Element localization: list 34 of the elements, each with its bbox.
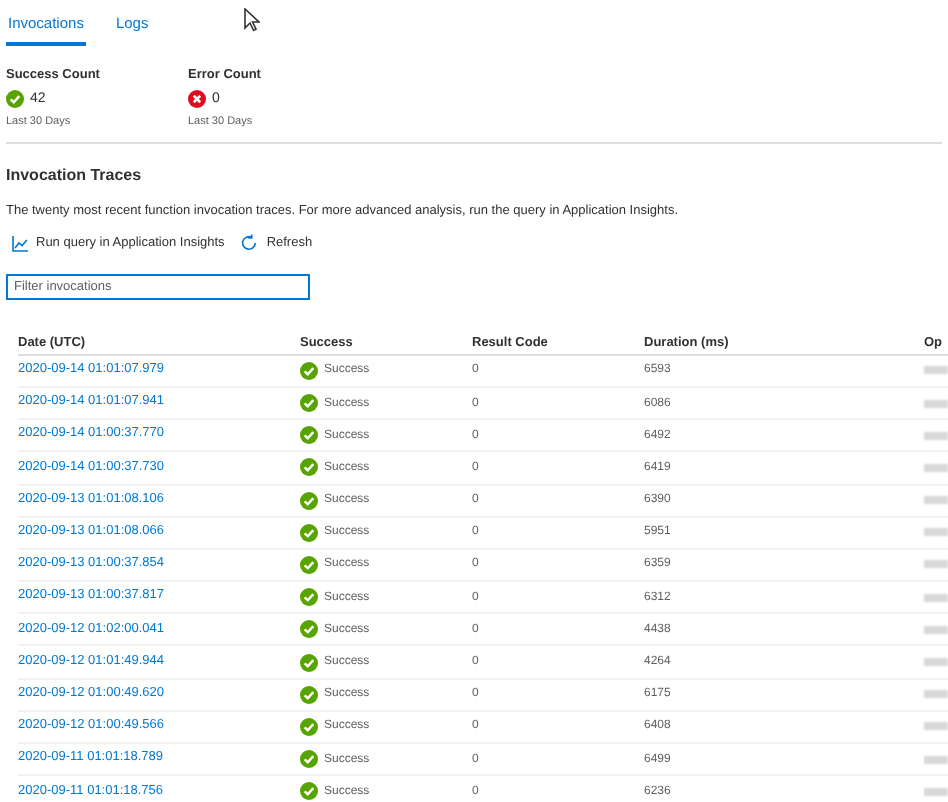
blurred-text: [924, 658, 948, 667]
blurred-text: [924, 755, 948, 764]
success-check-icon: [300, 491, 318, 510]
blurred-text: [924, 399, 948, 408]
error-icon: [188, 90, 206, 109]
blurred-text: [924, 463, 948, 472]
success-check-icon: [300, 394, 318, 413]
success-check-icon: [300, 782, 318, 801]
success-check-icon: [300, 555, 318, 574]
success-check-icon: [300, 361, 318, 380]
blurred-text: [924, 496, 948, 505]
success-check-icon: [300, 523, 318, 542]
success-check-icon: [300, 458, 318, 477]
blurred-text: [924, 528, 948, 537]
blurred-text: [924, 366, 948, 375]
blurred-text: [924, 690, 948, 699]
section-title: Invocation Traces: [4, 164, 144, 188]
blurred-text: [924, 560, 948, 569]
blurred-text: [924, 722, 948, 731]
success-check-icon: [300, 685, 318, 704]
success-check-icon: [300, 588, 318, 607]
success-check-icon: [300, 620, 318, 639]
blurred-text: [924, 431, 948, 440]
success-check-icon: [6, 90, 24, 109]
success-check-icon: [300, 717, 318, 736]
success-check-icon: [300, 653, 318, 672]
line-chart-icon: [12, 235, 28, 252]
blurred-text: [924, 625, 948, 634]
success-check-icon: [300, 426, 318, 445]
blurred-text: [924, 787, 948, 796]
mouse-pointer-icon: [244, 8, 260, 32]
refresh-icon: [240, 234, 259, 253]
blurred-text: [924, 593, 948, 602]
success-check-icon: [300, 750, 318, 769]
